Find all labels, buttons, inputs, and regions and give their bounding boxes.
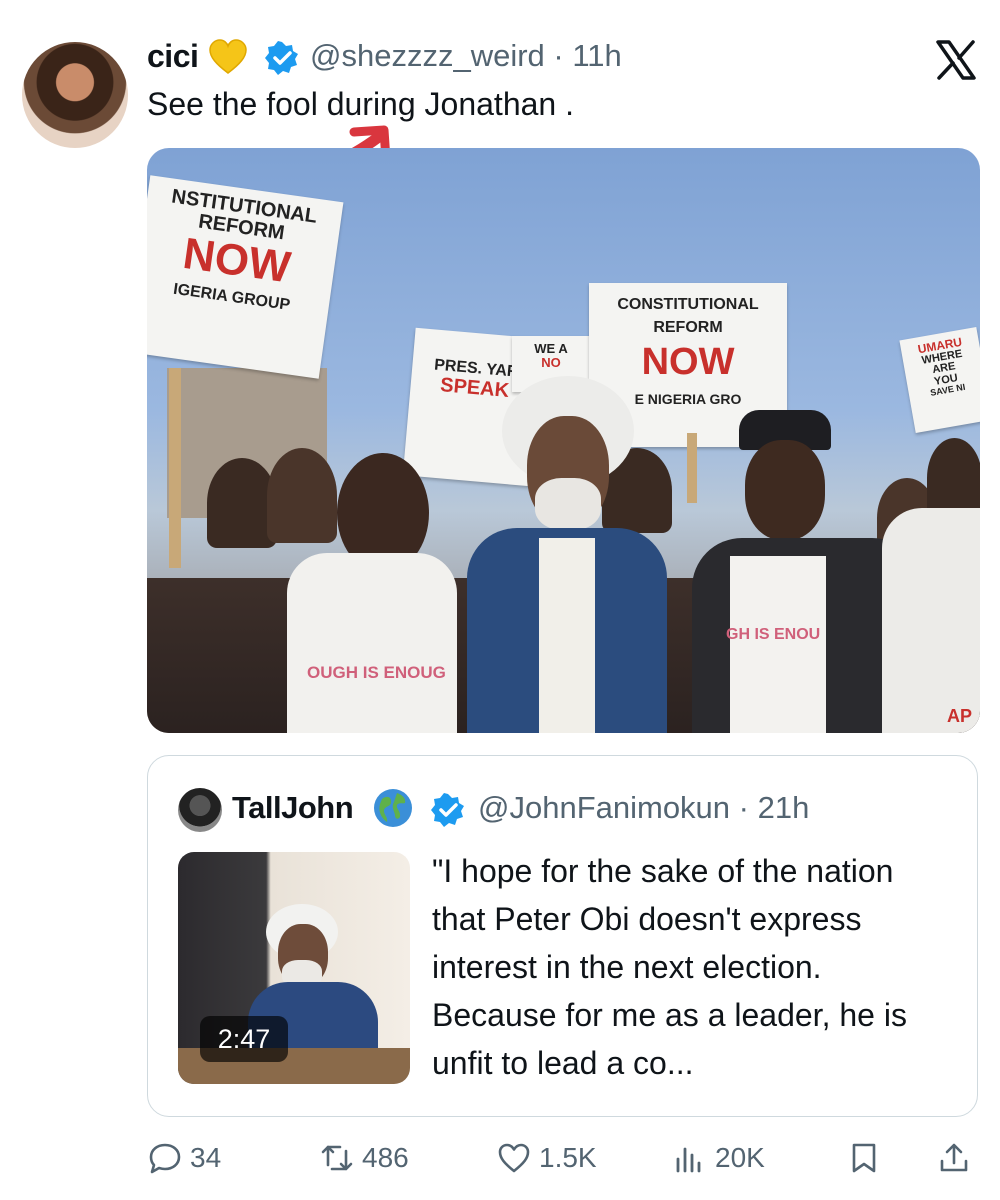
person [927,438,980,518]
share-icon [940,1143,968,1172]
author-avatar[interactable] [22,42,128,148]
woman-shirt: OUGH IS ENOUG [287,553,457,733]
x-logo-icon [935,40,977,80]
elder-vest [467,528,667,733]
like-count: 1.5K [539,1142,597,1173]
like-button[interactable]: 1.5K [497,1136,597,1180]
elder-shirt [539,538,595,733]
sign-pole [169,368,181,568]
photo-watermark: AP [947,706,973,726]
reply-icon [149,1143,181,1174]
verified-badge-icon [264,40,300,76]
sign-text: REFORM [653,318,723,336]
analytics-icon [676,1147,701,1173]
protest-sign-right: UMARU WHERE ARE YOU SAVE NI [899,326,980,434]
repost-button[interactable]: 486 [320,1136,409,1180]
man-shirt: GH IS ENOU [726,556,826,733]
video-duration: 2:47 [200,1016,288,1062]
sign-text: CONSTITUTIONAL [617,296,759,313]
person-right [882,508,980,733]
quoted-author-avatar[interactable] [178,788,222,832]
heart-icon [498,1143,530,1173]
reply-count: 34 [190,1142,222,1173]
repost-count: 486 [362,1142,409,1173]
elder-beard [535,478,601,530]
quoted-author-handle-time[interactable]: @JohnFanimokun · 21h [478,790,809,826]
quoted-author-name[interactable]: TallJohn [232,790,354,826]
shirt-text: OUGH IS ENOUG [307,663,446,682]
sign-text: WE A [534,341,568,356]
reply-button[interactable]: 34 [148,1136,221,1180]
protest-sign-left: NSTITUTIONAL REFORM NOW IGERIA GROUP [147,175,344,379]
view-count: 20K [715,1142,765,1173]
sign-pole [687,433,697,503]
author-name[interactable]: cici [147,38,199,75]
globe-icon [372,787,414,829]
sign-text: NO [541,354,561,370]
repost-icon [321,1145,353,1171]
tweet-text: See the fool during Jonathan . [147,86,574,122]
bookmark-button[interactable] [847,1136,889,1180]
shirt-text: GH IS ENOU [726,626,821,643]
yellow-heart-icon [208,38,248,78]
verified-badge-icon [430,792,466,828]
views-button[interactable]: 20K [673,1136,765,1180]
bookmark-icon [852,1143,876,1173]
person [267,448,337,543]
man-face [745,440,825,540]
sign-text: NOW [641,340,735,383]
quoted-tweet-text: "I hope for the sake of the nation that … [432,853,907,1081]
share-button[interactable] [937,1136,979,1180]
author-handle-time[interactable]: @shezzzz_weird · 11h [310,38,622,74]
tweet-photo[interactable]: NSTITUTIONAL REFORM NOW IGERIA GROUP PRE… [147,148,980,733]
